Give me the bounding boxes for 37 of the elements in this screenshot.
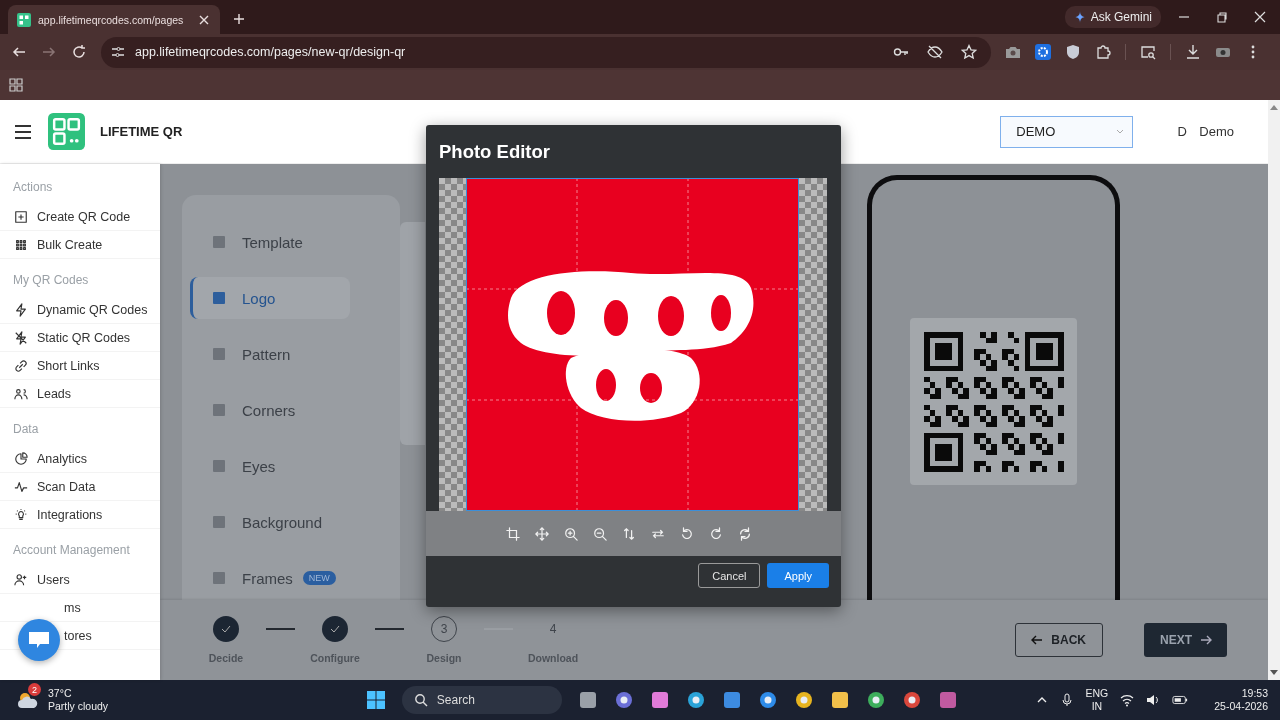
next-button[interactable]: NEXT (1144, 623, 1227, 657)
language-indicator[interactable]: ENG IN (1085, 687, 1109, 713)
design-menu-item[interactable]: Frames NEW (190, 557, 350, 599)
step-label: Download (527, 652, 579, 664)
browser-tab[interactable]: app.lifetimeqrcodes.com/pages (8, 5, 220, 34)
step-label: Decide (208, 652, 244, 664)
design-menu-item[interactable]: Pattern (190, 333, 350, 375)
avatar[interactable]: D (1175, 124, 1190, 139)
search-field[interactable]: Search (401, 686, 562, 714)
apply-button[interactable]: Apply (767, 563, 829, 588)
tab-title: app.lifetimeqrcodes.com/pages (38, 13, 185, 26)
section-title: Account Management (13, 543, 130, 557)
brand-name: LIFETIME QR (100, 124, 183, 139)
design-menu-item[interactable]: Corners (190, 389, 350, 431)
url-text: app.lifetimeqrcodes.com/pages/new-qr/design-qr (135, 45, 406, 59)
cancel-button[interactable]: Cancel (698, 563, 761, 588)
design-menu-item[interactable]: Eyes (190, 445, 350, 487)
design-menu-item[interactable]: Template (190, 221, 350, 263)
clock[interactable]: 19:53 25-04-2026 (1214, 687, 1268, 713)
step-label: Configure (310, 652, 360, 664)
weather-text: Partly cloudy (48, 700, 109, 713)
step-number: 4 (549, 622, 557, 636)
dialog-title: Photo Editor (438, 139, 551, 164)
design-menu-item[interactable]: Background (190, 501, 350, 543)
section-title: Actions (13, 180, 53, 194)
section-title: My QR Codes (13, 273, 89, 287)
workspace-select[interactable]: DEMO (1000, 115, 1134, 148)
temperature: 37°C (48, 687, 73, 700)
user-name[interactable]: Demo (1199, 124, 1234, 139)
section-title: Data (13, 422, 39, 436)
step-label: Design (426, 652, 462, 664)
back-button[interactable]: BACK (1015, 623, 1103, 657)
step-number: 3 (440, 622, 448, 636)
gemini-button[interactable]: Ask Gemini (1064, 6, 1161, 28)
notification-badge: 2 (28, 683, 41, 696)
address-bar[interactable]: app.lifetimeqrcodes.com/pages/new-qr/design-qr (101, 36, 991, 68)
new-badge: NEW (302, 571, 336, 585)
